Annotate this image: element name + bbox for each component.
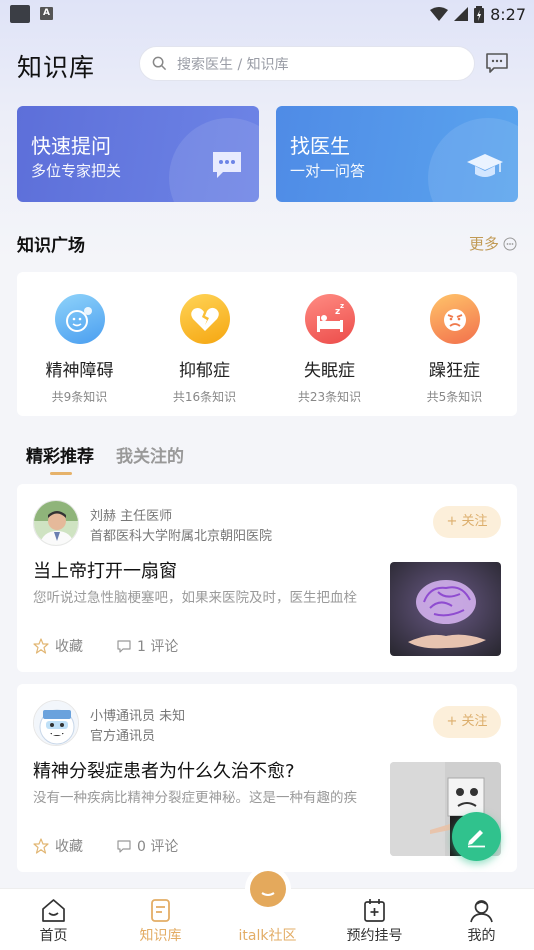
post-title[interactable]: 当上帝打开一扇窗	[33, 557, 177, 583]
post-title[interactable]: 精神分裂症患者为什么久治不愈?	[33, 757, 295, 783]
category-count: 共23条知识	[297, 390, 362, 404]
user-icon	[470, 900, 493, 923]
message-icon	[486, 53, 508, 73]
find-doctor-card[interactable]: 找医生 一对一问答	[276, 106, 518, 202]
more-circle-icon	[503, 237, 517, 250]
star-icon	[33, 838, 49, 854]
post-thumbnail[interactable]	[390, 562, 501, 656]
more-label: 更多	[468, 235, 499, 253]
nav-profile-label: 我的	[467, 928, 496, 944]
search-input[interactable]: 搜索医生 / 知识库	[139, 46, 475, 81]
wifi-icon	[430, 7, 449, 21]
status-right: 8:27	[430, 3, 526, 25]
pencil-icon	[468, 830, 485, 848]
search-icon	[152, 56, 167, 71]
comment-icon	[117, 839, 131, 853]
post-author: 刘赫 主任医师	[90, 509, 173, 524]
calendar-plus-icon	[364, 899, 385, 922]
insomnia-bed-icon: zz	[305, 294, 355, 344]
home-icon	[42, 899, 65, 922]
nav-italk[interactable]: italk社区	[214, 871, 321, 950]
svg-text:z: z	[340, 302, 344, 310]
signal-icon	[454, 7, 469, 21]
page-title: 知识库	[17, 53, 96, 82]
bottom-navigation: 首页 知识库 italk社区 预约挂号 我的	[0, 871, 534, 950]
find-doctor-subtitle: 一对一问答	[290, 162, 366, 180]
keyboard-a-icon: A	[40, 7, 53, 20]
favorite-label: 收藏	[55, 839, 83, 855]
comment-count: 0 评论	[137, 839, 179, 855]
post-author: 小博通讯员 未知	[90, 709, 186, 724]
quick-ask-title: 快速提问	[31, 134, 111, 158]
nav-profile[interactable]: 我的	[428, 889, 534, 950]
compose-fab[interactable]	[452, 812, 501, 861]
section-title: 知识广场	[17, 236, 85, 256]
quick-ask-subtitle: 多位专家把关	[31, 162, 122, 180]
avatar[interactable]	[33, 500, 79, 546]
nav-home-label: 首页	[39, 928, 68, 944]
comment-button[interactable]: 1 评论	[117, 636, 178, 656]
category-count: 共9条知识	[51, 390, 108, 404]
post-organization: 官方通讯员	[90, 729, 156, 744]
favorite-button[interactable]: 收藏	[33, 636, 83, 656]
tab-recommended[interactable]: 精彩推荐	[26, 442, 94, 467]
category-name: 精神障碍	[45, 361, 114, 381]
more-link[interactable]: 更多	[469, 233, 517, 254]
avatar[interactable]	[33, 700, 79, 746]
search-placeholder: 搜索医生 / 知识库	[177, 56, 289, 73]
category-name: 躁狂症	[429, 361, 480, 381]
comment-icon	[117, 639, 131, 653]
favorite-label: 收藏	[55, 639, 83, 655]
category-item[interactable]: 精神障碍 共9条知识	[17, 272, 142, 416]
post-organization: 首都医科大学附属北京朝阳医院	[90, 529, 273, 544]
quick-ask-card[interactable]: 快速提问 多位专家把关	[17, 106, 259, 202]
chat-bubble-icon	[213, 152, 241, 178]
post-card[interactable]: 刘赫 主任医师 首都医科大学附属北京朝阳医院 + 关注 当上帝打开一扇窗 您听说…	[17, 484, 517, 672]
follow-button[interactable]: + 关注	[433, 706, 501, 738]
category-panel: 精神障碍 共9条知识 抑郁症 共16条知识 zz 失眠症 共23条知识 躁狂症 …	[17, 272, 517, 416]
post-card[interactable]: 小博通讯员 未知 官方通讯员 + 关注 精神分裂症患者为什么久治不愈? 没有一种…	[17, 684, 517, 872]
nav-italk-label: italk社区	[238, 928, 297, 944]
star-icon	[33, 638, 49, 654]
category-name: 抑郁症	[179, 361, 230, 381]
nav-knowledge-label: 知识库	[139, 928, 182, 944]
post-snippet: 没有一种疾病比精神分裂症更神秘。这是一种有趣的疾	[33, 790, 357, 806]
category-item[interactable]: zz 失眠症 共23条知识	[267, 272, 392, 416]
nav-home[interactable]: 首页	[0, 889, 107, 950]
comment-count: 1 评论	[137, 639, 179, 655]
category-count: 共16条知识	[172, 390, 237, 404]
favorite-button[interactable]: 收藏	[33, 836, 83, 856]
category-item[interactable]: 躁狂症 共5条知识	[392, 272, 517, 416]
graduation-cap-icon	[467, 154, 503, 177]
status-bar: A 8:27	[0, 0, 534, 28]
category-item[interactable]: 抑郁症 共16条知识	[142, 272, 267, 416]
follow-button[interactable]: + 关注	[433, 506, 501, 538]
nav-appointment[interactable]: 预约挂号	[321, 889, 428, 950]
clock: 8:27	[490, 4, 526, 24]
category-name: 失眠症	[304, 361, 355, 381]
comment-button[interactable]: 0 评论	[117, 836, 178, 856]
category-count: 共5条知识	[426, 390, 483, 404]
notification-icon	[10, 5, 30, 23]
battery-icon	[474, 5, 485, 23]
message-button[interactable]	[485, 52, 509, 74]
italk-icon	[250, 871, 286, 907]
nav-knowledge[interactable]: 知识库	[107, 889, 214, 950]
post-snippet: 您听说过急性脑梗塞吧，如果来医院及时，医生把血栓	[33, 590, 357, 606]
mental-disorder-icon	[55, 294, 105, 344]
tab-indicator	[50, 472, 72, 475]
nav-appointment-label: 预约挂号	[346, 928, 403, 944]
find-doctor-title: 找医生	[290, 134, 350, 158]
tab-following[interactable]: 我关注的	[116, 442, 184, 467]
book-icon	[151, 899, 170, 922]
angry-face-icon	[430, 294, 480, 344]
broken-heart-icon	[180, 294, 230, 344]
